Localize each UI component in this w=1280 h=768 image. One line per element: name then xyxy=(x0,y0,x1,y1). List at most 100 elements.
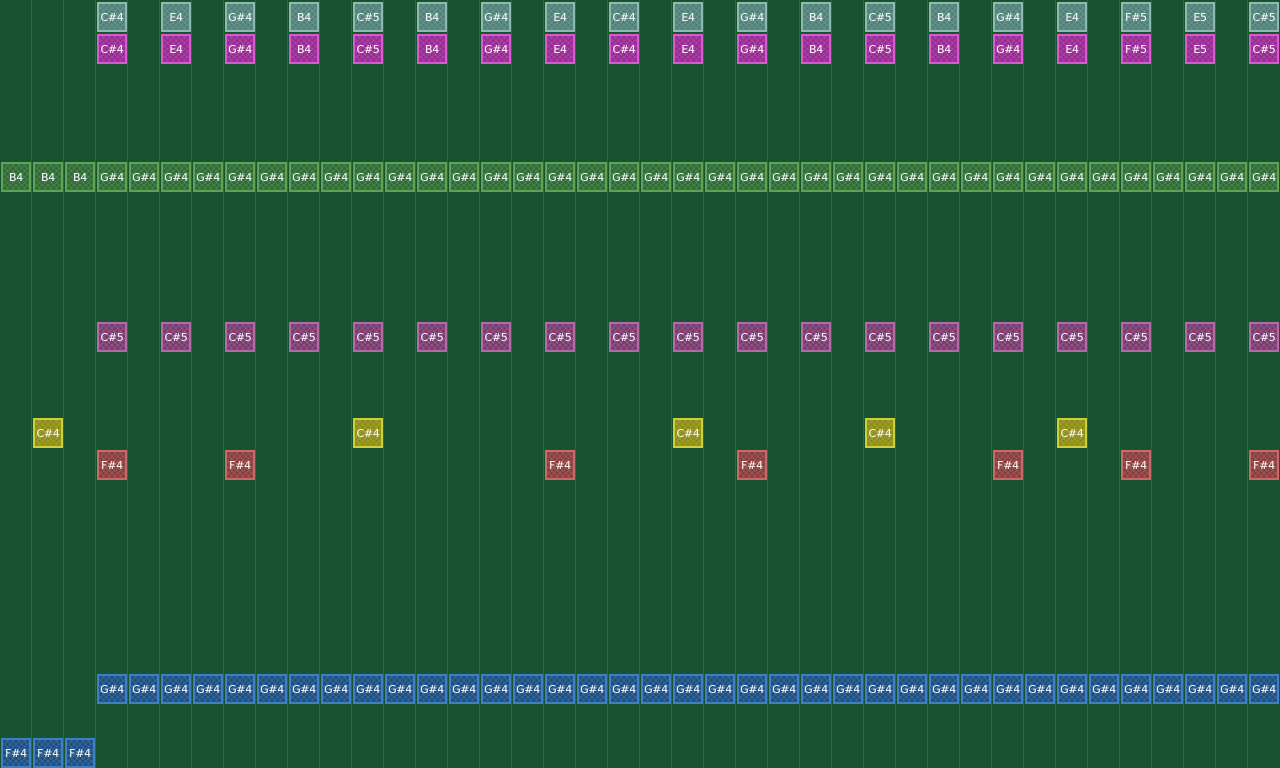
note-block[interactable]: C#5 xyxy=(865,2,895,32)
note-block[interactable]: G#4 xyxy=(897,674,927,704)
note-block[interactable]: G#4 xyxy=(385,674,415,704)
piano-roll-grid[interactable]: C#4 E4 G#4 B4 C#5 B4 G#4 E4 C#4 E4 G#4 B4 C#5 B4 G#4 E4… xyxy=(0,0,1280,768)
note-block[interactable]: G#4 xyxy=(225,674,255,704)
note-block[interactable]: G#4 xyxy=(737,34,767,64)
note-block[interactable]: G#4 xyxy=(1185,162,1215,192)
note-block[interactable]: C#5 xyxy=(417,322,447,352)
note-block[interactable]: G#4 xyxy=(321,162,351,192)
note-block[interactable]: G#4 xyxy=(321,674,351,704)
note-block[interactable]: G#4 xyxy=(449,162,479,192)
note-block[interactable]: B4 xyxy=(929,2,959,32)
note-block[interactable]: C#5 xyxy=(225,322,255,352)
note-block[interactable]: G#4 xyxy=(1153,674,1183,704)
note-block[interactable]: C#5 xyxy=(1057,322,1087,352)
note-block[interactable]: G#4 xyxy=(481,162,511,192)
note-block[interactable]: G#4 xyxy=(193,162,223,192)
note-block[interactable]: G#4 xyxy=(737,674,767,704)
note-block[interactable]: G#4 xyxy=(545,162,575,192)
note-block[interactable]: G#4 xyxy=(801,162,831,192)
note-block[interactable]: G#4 xyxy=(961,162,991,192)
note-block[interactable]: F#4 xyxy=(545,450,575,480)
note-block[interactable]: E5 xyxy=(1185,2,1215,32)
note-block[interactable]: G#4 xyxy=(961,674,991,704)
note-block[interactable]: C#5 xyxy=(993,322,1023,352)
note-block[interactable]: B4 xyxy=(929,34,959,64)
note-block[interactable]: C#5 xyxy=(1249,322,1279,352)
note-block[interactable]: G#4 xyxy=(97,674,127,704)
note-block[interactable]: C#5 xyxy=(865,322,895,352)
note-block[interactable]: F#4 xyxy=(1,738,31,768)
note-block[interactable]: F#4 xyxy=(65,738,95,768)
note-block[interactable]: G#4 xyxy=(737,162,767,192)
note-block[interactable]: G#4 xyxy=(865,674,895,704)
note-block[interactable]: G#4 xyxy=(737,2,767,32)
note-block[interactable]: G#4 xyxy=(513,674,543,704)
note-block[interactable]: E4 xyxy=(161,34,191,64)
note-block[interactable]: F#5 xyxy=(1121,2,1151,32)
note-block[interactable]: G#4 xyxy=(225,34,255,64)
note-block[interactable]: F#5 xyxy=(1121,34,1151,64)
note-block[interactable]: G#4 xyxy=(417,162,447,192)
note-block[interactable]: C#5 xyxy=(673,322,703,352)
note-block[interactable]: G#4 xyxy=(769,162,799,192)
note-block[interactable]: G#4 xyxy=(1057,674,1087,704)
note-block[interactable]: G#4 xyxy=(161,674,191,704)
note-block[interactable]: C#5 xyxy=(1249,2,1279,32)
note-block[interactable]: G#4 xyxy=(1249,674,1279,704)
note-block[interactable]: E4 xyxy=(673,34,703,64)
note-block[interactable]: G#4 xyxy=(1025,162,1055,192)
note-block[interactable]: C#4 xyxy=(609,34,639,64)
note-block[interactable]: B4 xyxy=(65,162,95,192)
note-block[interactable]: G#4 xyxy=(481,2,511,32)
note-block[interactable]: G#4 xyxy=(609,674,639,704)
note-block[interactable]: C#5 xyxy=(161,322,191,352)
note-block[interactable]: C#5 xyxy=(353,34,383,64)
note-block[interactable]: G#4 xyxy=(705,162,735,192)
note-block[interactable]: C#4 xyxy=(865,418,895,448)
note-block[interactable]: C#5 xyxy=(545,322,575,352)
note-block[interactable]: G#4 xyxy=(257,162,287,192)
note-block[interactable]: C#5 xyxy=(609,322,639,352)
note-block[interactable]: G#4 xyxy=(897,162,927,192)
note-block[interactable]: B4 xyxy=(289,34,319,64)
note-block[interactable]: B4 xyxy=(801,34,831,64)
note-block[interactable]: B4 xyxy=(1,162,31,192)
note-block[interactable]: F#4 xyxy=(1249,450,1279,480)
note-block[interactable]: G#4 xyxy=(1153,162,1183,192)
note-block[interactable]: C#5 xyxy=(801,322,831,352)
note-block[interactable]: G#4 xyxy=(833,674,863,704)
note-block[interactable]: F#4 xyxy=(993,450,1023,480)
note-block[interactable]: G#4 xyxy=(193,674,223,704)
note-block[interactable]: G#4 xyxy=(1121,162,1151,192)
note-block[interactable]: G#4 xyxy=(449,674,479,704)
note-block[interactable]: C#4 xyxy=(97,34,127,64)
note-block[interactable]: G#4 xyxy=(865,162,895,192)
note-block[interactable]: G#4 xyxy=(1217,674,1247,704)
note-block[interactable]: C#5 xyxy=(737,322,767,352)
note-block[interactable]: G#4 xyxy=(513,162,543,192)
note-block[interactable]: B4 xyxy=(801,2,831,32)
note-block[interactable]: G#4 xyxy=(545,674,575,704)
note-block[interactable]: E4 xyxy=(545,2,575,32)
note-block[interactable]: C#5 xyxy=(1249,34,1279,64)
note-block[interactable]: G#4 xyxy=(1089,674,1119,704)
note-block[interactable]: G#4 xyxy=(289,674,319,704)
note-block[interactable]: C#4 xyxy=(673,418,703,448)
note-block[interactable]: G#4 xyxy=(1121,674,1151,704)
note-block[interactable]: G#4 xyxy=(929,162,959,192)
note-block[interactable]: G#4 xyxy=(1217,162,1247,192)
note-block[interactable]: G#4 xyxy=(129,162,159,192)
note-block[interactable]: F#4 xyxy=(1121,450,1151,480)
note-block[interactable]: G#4 xyxy=(1057,162,1087,192)
note-block[interactable]: G#4 xyxy=(993,34,1023,64)
note-block[interactable]: G#4 xyxy=(97,162,127,192)
note-block[interactable]: G#4 xyxy=(129,674,159,704)
note-block[interactable]: C#4 xyxy=(97,2,127,32)
note-block[interactable]: G#4 xyxy=(353,162,383,192)
note-block[interactable]: C#5 xyxy=(353,2,383,32)
note-block[interactable]: G#4 xyxy=(673,674,703,704)
note-block[interactable]: B4 xyxy=(289,2,319,32)
note-block[interactable]: G#4 xyxy=(225,162,255,192)
note-block[interactable]: G#4 xyxy=(1185,674,1215,704)
note-block[interactable]: G#4 xyxy=(641,674,671,704)
